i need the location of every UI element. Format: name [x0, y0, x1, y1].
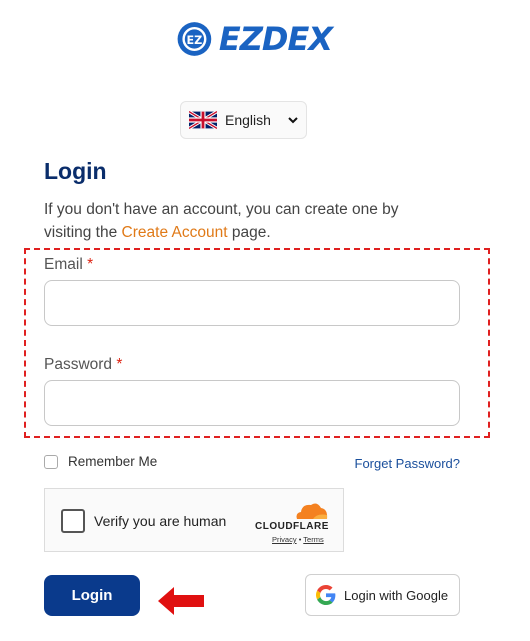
brand-name: EZDEX: [218, 20, 333, 58]
privacy-link[interactable]: Privacy: [272, 535, 297, 544]
cloudflare-wordmark: CLOUDFLARE: [255, 521, 329, 532]
google-login-button[interactable]: Login with Google: [305, 574, 460, 616]
email-label: Email *: [44, 256, 93, 274]
google-icon: [316, 585, 336, 605]
cloud-icon: [296, 503, 328, 519]
page-title: Login: [44, 158, 107, 184]
google-login-label: Login with Google: [344, 587, 449, 603]
captcha-checkbox[interactable]: [61, 509, 85, 533]
arrow-left-icon: [158, 587, 204, 615]
svg-text:EZ: EZ: [187, 34, 203, 47]
password-field[interactable]: [44, 380, 460, 426]
uk-flag-icon: [189, 111, 217, 129]
link-separator: •: [298, 535, 302, 544]
captcha-label: Verify you are human: [94, 513, 227, 529]
login-button[interactable]: Login: [44, 575, 140, 616]
language-selector[interactable]: English: [180, 101, 307, 139]
remember-me-label: Remember Me: [68, 454, 158, 469]
captcha-links: Privacy • Terms: [272, 535, 324, 544]
cloudflare-captcha: Verify you are human CLOUDFLARE Privacy …: [44, 488, 344, 552]
chevron-down-icon: [288, 117, 298, 124]
password-label: Password *: [44, 356, 122, 374]
cloudflare-logo: CLOUDFLARE Privacy • Terms: [255, 501, 339, 545]
email-label-text: Email: [44, 256, 83, 273]
ezdex-logo-icon: EZ: [177, 22, 212, 56]
ezdex-logo: EZ EZDEX: [176, 14, 333, 64]
forgot-password-link[interactable]: Forget Password?: [355, 456, 461, 471]
required-mark: *: [116, 356, 123, 373]
description-suffix: page.: [227, 224, 271, 241]
remember-me-checkbox[interactable]: [44, 454, 58, 469]
email-field[interactable]: [44, 280, 460, 326]
language-label: English: [225, 112, 271, 128]
required-mark: *: [87, 256, 94, 273]
remember-me[interactable]: Remember Me: [44, 454, 157, 469]
login-description: If you don't have an account, you can cr…: [44, 198, 444, 244]
password-label-text: Password: [44, 356, 113, 373]
create-account-link[interactable]: Create Account: [122, 224, 228, 241]
terms-link[interactable]: Terms: [303, 535, 323, 544]
